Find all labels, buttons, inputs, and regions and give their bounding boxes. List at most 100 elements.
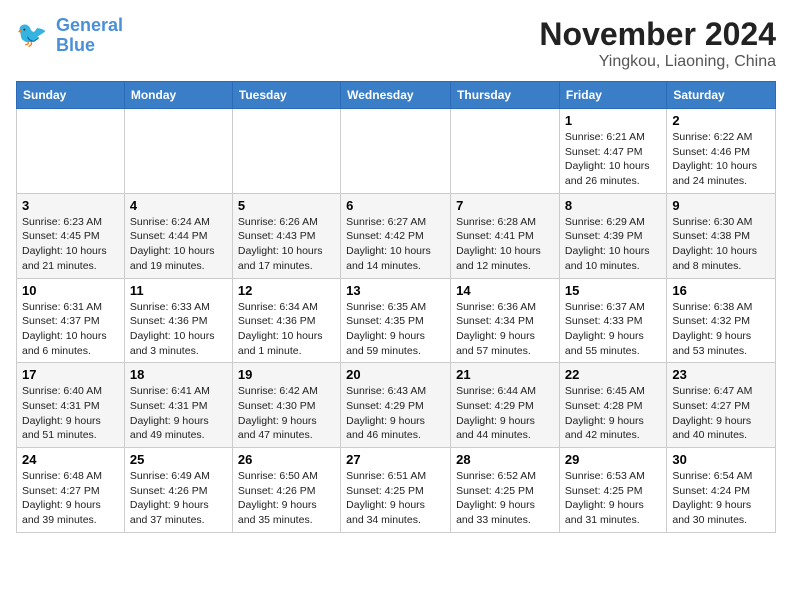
calendar-cell: 10 Sunrise: 6:31 AM Sunset: 4:37 PM Dayli… xyxy=(17,278,125,363)
calendar-cell xyxy=(17,109,125,194)
calendar-cell xyxy=(341,109,451,194)
day-number: 11 xyxy=(130,283,227,298)
day-number: 27 xyxy=(346,452,445,467)
calendar-cell: 17 Sunrise: 6:40 AM Sunset: 4:31 PM Dayli… xyxy=(17,363,125,448)
calendar-cell xyxy=(232,109,340,194)
day-number: 4 xyxy=(130,198,227,213)
day-info: Sunrise: 6:23 AM Sunset: 4:45 PM Dayligh… xyxy=(22,215,119,274)
calendar-cell: 30Sunrise: 6:54 AM Sunset: 4:24 PM Dayli… xyxy=(667,448,776,533)
day-number: 12 xyxy=(238,283,335,298)
header-monday: Monday xyxy=(124,82,232,109)
calendar-cell: 5 Sunrise: 6:26 AM Sunset: 4:43 PM Daylig… xyxy=(232,193,340,278)
calendar-cell: 15Sunrise: 6:37 AM Sunset: 4:33 PM Dayli… xyxy=(559,278,666,363)
calendar-cell: 13 Sunrise: 6:35 AM Sunset: 4:35 PM Dayli… xyxy=(341,278,451,363)
calendar-cell: 27 Sunrise: 6:51 AM Sunset: 4:25 PM Dayli… xyxy=(341,448,451,533)
header-friday: Friday xyxy=(559,82,666,109)
day-info: Sunrise: 6:45 AM Sunset: 4:28 PM Dayligh… xyxy=(565,384,661,443)
day-info: Sunrise: 6:53 AM Sunset: 4:25 PM Dayligh… xyxy=(565,469,661,528)
calendar-cell: 14Sunrise: 6:36 AM Sunset: 4:34 PM Dayli… xyxy=(451,278,560,363)
day-number: 16 xyxy=(672,283,770,298)
week-row-1: 3 Sunrise: 6:23 AM Sunset: 4:45 PM Daylig… xyxy=(17,193,776,278)
day-info: Sunrise: 6:40 AM Sunset: 4:31 PM Dayligh… xyxy=(22,384,119,443)
day-number: 13 xyxy=(346,283,445,298)
week-row-2: 10 Sunrise: 6:31 AM Sunset: 4:37 PM Dayli… xyxy=(17,278,776,363)
day-number: 10 xyxy=(22,283,119,298)
calendar-cell: 25 Sunrise: 6:49 AM Sunset: 4:26 PM Dayli… xyxy=(124,448,232,533)
day-info: Sunrise: 6:43 AM Sunset: 4:29 PM Dayligh… xyxy=(346,384,445,443)
calendar-body: 1 Sunrise: 6:21 AM Sunset: 4:47 PM Daylig… xyxy=(17,109,776,533)
day-info: Sunrise: 6:42 AM Sunset: 4:30 PM Dayligh… xyxy=(238,384,335,443)
calendar-table: SundayMondayTuesdayWednesdayThursdayFrid… xyxy=(16,81,776,533)
calendar-cell: 24 Sunrise: 6:48 AM Sunset: 4:27 PM Dayli… xyxy=(17,448,125,533)
calendar-cell: 8 Sunrise: 6:29 AM Sunset: 4:39 PM Daylig… xyxy=(559,193,666,278)
day-info: Sunrise: 6:52 AM Sunset: 4:25 PM Dayligh… xyxy=(456,469,554,528)
location-title: Yingkou, Liaoning, China xyxy=(539,53,776,71)
day-info: Sunrise: 6:48 AM Sunset: 4:27 PM Dayligh… xyxy=(22,469,119,528)
calendar-cell: 19Sunrise: 6:42 AM Sunset: 4:30 PM Dayli… xyxy=(232,363,340,448)
day-number: 8 xyxy=(565,198,661,213)
day-info: Sunrise: 6:24 AM Sunset: 4:44 PM Dayligh… xyxy=(130,215,227,274)
calendar-cell: 29Sunrise: 6:53 AM Sunset: 4:25 PM Dayli… xyxy=(559,448,666,533)
day-number: 9 xyxy=(672,198,770,213)
week-row-4: 24 Sunrise: 6:48 AM Sunset: 4:27 PM Dayli… xyxy=(17,448,776,533)
day-number: 22 xyxy=(565,367,661,382)
page-header: 🐦 General Blue November 2024 Yingkou, Li… xyxy=(16,16,776,71)
calendar-cell: 3 Sunrise: 6:23 AM Sunset: 4:45 PM Daylig… xyxy=(17,193,125,278)
calendar-cell: 7 Sunrise: 6:28 AM Sunset: 4:41 PM Daylig… xyxy=(451,193,560,278)
month-title: November 2024 xyxy=(539,16,776,53)
day-number: 7 xyxy=(456,198,554,213)
day-info: Sunrise: 6:31 AM Sunset: 4:37 PM Dayligh… xyxy=(22,300,119,359)
calendar-header: SundayMondayTuesdayWednesdayThursdayFrid… xyxy=(17,82,776,109)
day-info: Sunrise: 6:21 AM Sunset: 4:47 PM Dayligh… xyxy=(565,130,661,189)
day-info: Sunrise: 6:26 AM Sunset: 4:43 PM Dayligh… xyxy=(238,215,335,274)
week-row-0: 1 Sunrise: 6:21 AM Sunset: 4:47 PM Daylig… xyxy=(17,109,776,194)
logo-line1: General xyxy=(56,15,123,35)
day-number: 26 xyxy=(238,452,335,467)
day-number: 1 xyxy=(565,113,661,128)
header-sunday: Sunday xyxy=(17,82,125,109)
logo: 🐦 General Blue xyxy=(16,16,123,56)
day-info: Sunrise: 6:54 AM Sunset: 4:24 PM Dayligh… xyxy=(672,469,770,528)
calendar-cell: 20 Sunrise: 6:43 AM Sunset: 4:29 PM Dayli… xyxy=(341,363,451,448)
day-number: 2 xyxy=(672,113,770,128)
week-row-3: 17 Sunrise: 6:40 AM Sunset: 4:31 PM Dayli… xyxy=(17,363,776,448)
day-info: Sunrise: 6:27 AM Sunset: 4:42 PM Dayligh… xyxy=(346,215,445,274)
logo-text: General Blue xyxy=(56,16,123,56)
day-info: Sunrise: 6:51 AM Sunset: 4:25 PM Dayligh… xyxy=(346,469,445,528)
calendar-cell: 28 Sunrise: 6:52 AM Sunset: 4:25 PM Dayli… xyxy=(451,448,560,533)
day-number: 18 xyxy=(130,367,227,382)
day-info: Sunrise: 6:38 AM Sunset: 4:32 PM Dayligh… xyxy=(672,300,770,359)
day-number: 5 xyxy=(238,198,335,213)
day-number: 24 xyxy=(22,452,119,467)
day-info: Sunrise: 6:22 AM Sunset: 4:46 PM Dayligh… xyxy=(672,130,770,189)
calendar-cell: 16 Sunrise: 6:38 AM Sunset: 4:32 PM Dayli… xyxy=(667,278,776,363)
calendar-cell xyxy=(451,109,560,194)
calendar-cell: 22 Sunrise: 6:45 AM Sunset: 4:28 PM Dayli… xyxy=(559,363,666,448)
day-number: 17 xyxy=(22,367,119,382)
day-info: Sunrise: 6:30 AM Sunset: 4:38 PM Dayligh… xyxy=(672,215,770,274)
day-number: 20 xyxy=(346,367,445,382)
calendar-cell: 21Sunrise: 6:44 AM Sunset: 4:29 PM Dayli… xyxy=(451,363,560,448)
day-number: 25 xyxy=(130,452,227,467)
day-info: Sunrise: 6:41 AM Sunset: 4:31 PM Dayligh… xyxy=(130,384,227,443)
day-number: 15 xyxy=(565,283,661,298)
day-info: Sunrise: 6:35 AM Sunset: 4:35 PM Dayligh… xyxy=(346,300,445,359)
calendar-cell: 4 Sunrise: 6:24 AM Sunset: 4:44 PM Daylig… xyxy=(124,193,232,278)
day-info: Sunrise: 6:49 AM Sunset: 4:26 PM Dayligh… xyxy=(130,469,227,528)
calendar-cell: 9 Sunrise: 6:30 AM Sunset: 4:38 PM Daylig… xyxy=(667,193,776,278)
day-number: 14 xyxy=(456,283,554,298)
calendar-cell: 11Sunrise: 6:33 AM Sunset: 4:36 PM Dayli… xyxy=(124,278,232,363)
calendar-cell: 6 Sunrise: 6:27 AM Sunset: 4:42 PM Daylig… xyxy=(341,193,451,278)
calendar-cell: 26Sunrise: 6:50 AM Sunset: 4:26 PM Dayli… xyxy=(232,448,340,533)
day-number: 23 xyxy=(672,367,770,382)
day-info: Sunrise: 6:47 AM Sunset: 4:27 PM Dayligh… xyxy=(672,384,770,443)
title-block: November 2024 Yingkou, Liaoning, China xyxy=(539,16,776,71)
header-saturday: Saturday xyxy=(667,82,776,109)
header-wednesday: Wednesday xyxy=(341,82,451,109)
day-info: Sunrise: 6:28 AM Sunset: 4:41 PM Dayligh… xyxy=(456,215,554,274)
day-info: Sunrise: 6:29 AM Sunset: 4:39 PM Dayligh… xyxy=(565,215,661,274)
day-number: 3 xyxy=(22,198,119,213)
day-number: 28 xyxy=(456,452,554,467)
calendar-cell xyxy=(124,109,232,194)
day-number: 6 xyxy=(346,198,445,213)
